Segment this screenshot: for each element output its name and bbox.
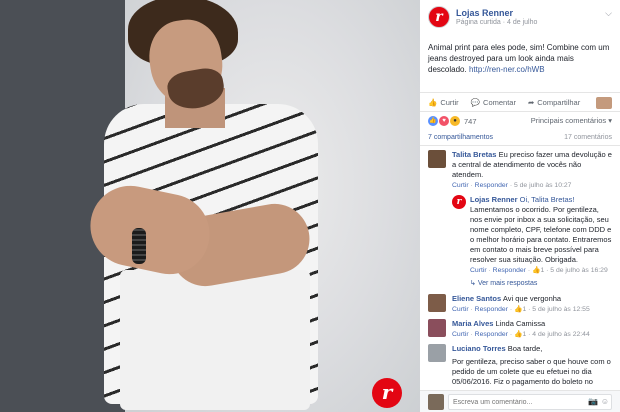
share-icon: ➦ (527, 97, 535, 107)
engagement-counts: 7 compartilhamentos 17 comentários (420, 130, 620, 146)
comment-text: Boa tarde, (507, 344, 543, 353)
comment-like-count[interactable]: 1 (522, 331, 526, 338)
love-reaction-icon: ♥ (439, 116, 449, 126)
comment-item: Maria Alves Linda Camissa Curtir · Respo… (428, 319, 612, 340)
comment-meta: Curtir · Responder · 5 de julho às 10:27 (452, 182, 572, 189)
post-date-link[interactable]: 4 de julho (507, 19, 537, 26)
reply-text: Lamentamos o ocorrido. Por gentileza, no… (470, 205, 612, 264)
reply-author[interactable]: Lojas Renner (470, 195, 518, 204)
commenter-avatar[interactable] (428, 294, 446, 312)
chevron-down-icon[interactable]: ⌵ (605, 8, 612, 19)
meta-separator: · (502, 19, 506, 26)
commenter-name[interactable]: Eliene Santos (452, 294, 501, 303)
like-reaction-icon: 👍 (428, 116, 438, 126)
like-label: Curtir (440, 97, 459, 107)
commenter-name[interactable]: Luciano Torres (452, 344, 506, 353)
shares-count-link[interactable]: 7 compartilhamentos (428, 134, 493, 141)
post-photo[interactable]: r (0, 0, 420, 412)
reactions-bar[interactable]: 👍 ♥ ● 747 Principais comentários ▾ (420, 112, 620, 130)
post-meta: Página curtida · 4 de julho (456, 19, 537, 26)
more-replies-label: Ver mais respostas (477, 280, 538, 287)
emoji-icon[interactable]: ☺ (601, 397, 609, 406)
comment-icon: 💬 (470, 97, 481, 107)
reply-reply-link[interactable]: Responder (493, 267, 526, 274)
comments-list: Talita Bretas Eu preciso fazer uma devol… (420, 146, 620, 397)
top-comments-dropdown[interactable]: Principais comentários ▾ (531, 116, 612, 125)
reaction-count[interactable]: 747 (464, 117, 477, 126)
bracelet (132, 228, 146, 264)
comment-time[interactable]: 5 de julho às 10:27 (514, 182, 571, 189)
post-header: r Lojas Renner Página curtida · 4 de jul… (420, 0, 620, 36)
comment-meta: Curtir · Responder · 👍1 · 4 de julho às … (452, 331, 590, 338)
thumbs-up-icon: 👍 (428, 97, 438, 107)
reply-mention[interactable]: Oi, Talita Bretas! (520, 195, 575, 204)
comment-button[interactable]: 💬 Comentar (471, 98, 516, 107)
commenter-avatar[interactable] (428, 319, 446, 337)
comment-reply: r Lojas Renner Oi, Talita Bretas! Lament… (428, 195, 612, 276)
comment-label: Comentar (483, 97, 516, 107)
top-comments-label: Principais comentários (530, 116, 607, 125)
reply-time[interactable]: 5 de julho às 16:29 (550, 267, 607, 274)
comment-item: Eliene Santos Avi que vergonha Curtir · … (428, 294, 612, 315)
comment-text: Linda Camissa (495, 319, 546, 328)
commenter-avatar[interactable] (428, 344, 446, 362)
commenter-avatar[interactable] (428, 150, 446, 168)
comment-item: Talita Bretas Eu preciso fazer uma devol… (428, 150, 612, 191)
like-button[interactable]: 👍 Curtir (428, 98, 459, 107)
shirt-lower-part (120, 270, 310, 410)
share-button[interactable]: ➦ Compartilhar (528, 98, 580, 107)
comment-meta: Curtir · Responder · 👍1 · 5 de julho às … (452, 306, 590, 313)
renner-logo-watermark: r (372, 378, 402, 408)
comment-reply-link[interactable]: Responder (475, 306, 508, 313)
comment-like-link[interactable]: Curtir (452, 306, 469, 313)
reply-arrow-icon: ↳ (470, 280, 476, 287)
comment-time[interactable]: 4 de julho às 22:44 (532, 331, 589, 338)
page-name-link[interactable]: Lojas Renner (456, 8, 513, 18)
comment-time[interactable]: 5 de julho às 12:55 (532, 306, 589, 313)
view-more-replies-link[interactable]: ↳ Ver mais respostas (428, 279, 612, 289)
acting-as-avatar[interactable] (596, 97, 612, 109)
reply-avatar[interactable]: r (452, 195, 466, 209)
post-text: Animal print para eles pode, sim! Combin… (420, 36, 620, 90)
comment-like-link[interactable]: Curtir (452, 182, 469, 189)
comment-like-link[interactable]: Curtir (452, 331, 469, 338)
comment-reply-link[interactable]: Responder (475, 182, 508, 189)
reply-like-link[interactable]: Curtir (470, 267, 487, 274)
share-label: Compartilhar (537, 97, 581, 107)
comment-composer: 📷 ☺ (420, 390, 620, 412)
page-liked-status: Página curtida (456, 19, 501, 26)
commenter-name[interactable]: Talita Bretas (452, 150, 496, 159)
comments-count[interactable]: 17 comentários (564, 134, 612, 141)
reply-meta: Curtir · Responder · 👍1 · 5 de julho às … (470, 267, 608, 274)
reply-like-count[interactable]: 1 (540, 267, 544, 274)
composer-avatar (428, 394, 444, 410)
post-link[interactable]: http://ren-ner.co/hWB (469, 65, 545, 74)
commenter-name[interactable]: Maria Alves (452, 319, 493, 328)
wow-reaction-icon: ● (450, 116, 460, 126)
comment-like-count[interactable]: 1 (522, 306, 526, 313)
comment-reply-link[interactable]: Responder (475, 331, 508, 338)
page-avatar[interactable]: r (428, 6, 450, 28)
comment-text: Avi que vergonha (502, 294, 562, 303)
post-actions: 👍 Curtir 💬 Comentar ➦ Compartilhar (420, 92, 620, 112)
post-side-panel: r Lojas Renner Página curtida · 4 de jul… (420, 0, 620, 412)
camera-icon[interactable]: 📷 (588, 397, 598, 406)
